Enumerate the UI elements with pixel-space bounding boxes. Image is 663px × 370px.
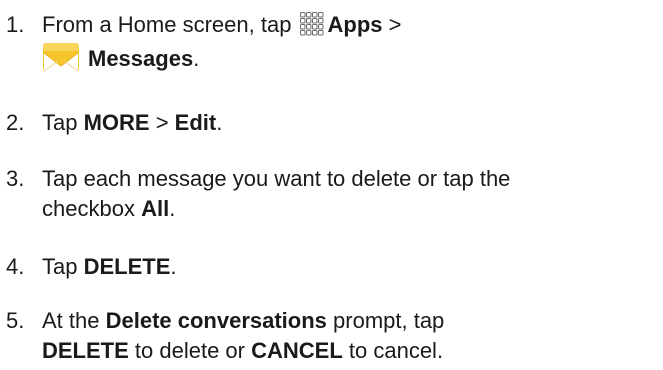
delete-label: DELETE [42, 338, 129, 363]
step-3-line-2: checkbox All. [42, 194, 658, 224]
step-text: Tap each message you want to delete or t… [42, 164, 658, 224]
step-1-line-2: Messages. [42, 42, 658, 75]
step-number: 4. [6, 254, 25, 279]
delete-label: DELETE [83, 254, 171, 279]
step-text-run: . [169, 196, 176, 221]
all-label: All [141, 196, 170, 221]
step-text-run: > [149, 110, 175, 135]
cancel-label: CANCEL [251, 338, 343, 363]
step-2: 2. Tap MORE > Edit. [0, 108, 663, 138]
step-text: Tap DELETE. [42, 252, 658, 282]
edit-label: Edit [174, 110, 217, 135]
step-5-line-1: At the Delete conversations prompt, tap [42, 306, 658, 336]
step-1-line-1: From a Home screen, tap Apps > [42, 10, 658, 40]
step-text-run: prompt, tap [326, 308, 445, 333]
apps-label: Apps [327, 12, 383, 37]
step-text-run: From a Home screen, tap [42, 12, 298, 37]
step-3-line-1: Tap each message you want to delete or t… [42, 166, 511, 191]
step-text-run: . [170, 254, 177, 279]
step-text-run: > [382, 12, 402, 37]
step-text-run: . [216, 110, 223, 135]
step-number: 1. [6, 12, 25, 37]
step-4: 4. Tap DELETE. [0, 252, 663, 282]
messages-envelope-icon [42, 42, 80, 72]
step-1: 1. From a Home screen, tap Apps > Messag… [0, 10, 663, 74]
step-text-run: . [193, 46, 200, 71]
delete-conversations-label: Delete conversations [105, 308, 327, 333]
step-number: 5. [6, 308, 25, 333]
step-number: 2. [6, 110, 25, 135]
step-text: From a Home screen, tap Apps > Messages. [42, 10, 658, 75]
step-5: 5. At the Delete conversations prompt, t… [0, 306, 663, 366]
step-number: 3. [6, 166, 25, 191]
step-text-run: to cancel. [342, 338, 444, 363]
step-text: Tap MORE > Edit. [42, 108, 658, 138]
step-text-run: to delete or [128, 338, 252, 363]
step-text-run: Tap [42, 110, 84, 135]
apps-grid-icon [299, 12, 324, 36]
step-5-line-2: DELETE to delete or CANCEL to cancel. [42, 336, 658, 366]
step-text-run: At the [42, 308, 106, 333]
more-label: MORE [83, 110, 150, 135]
step-3: 3. Tap each message you want to delete o… [0, 164, 663, 224]
step-text-run: Tap [42, 254, 84, 279]
step-text-run: checkbox [42, 196, 142, 221]
step-text: At the Delete conversations prompt, tap … [42, 306, 658, 366]
messages-label: Messages [88, 46, 194, 71]
